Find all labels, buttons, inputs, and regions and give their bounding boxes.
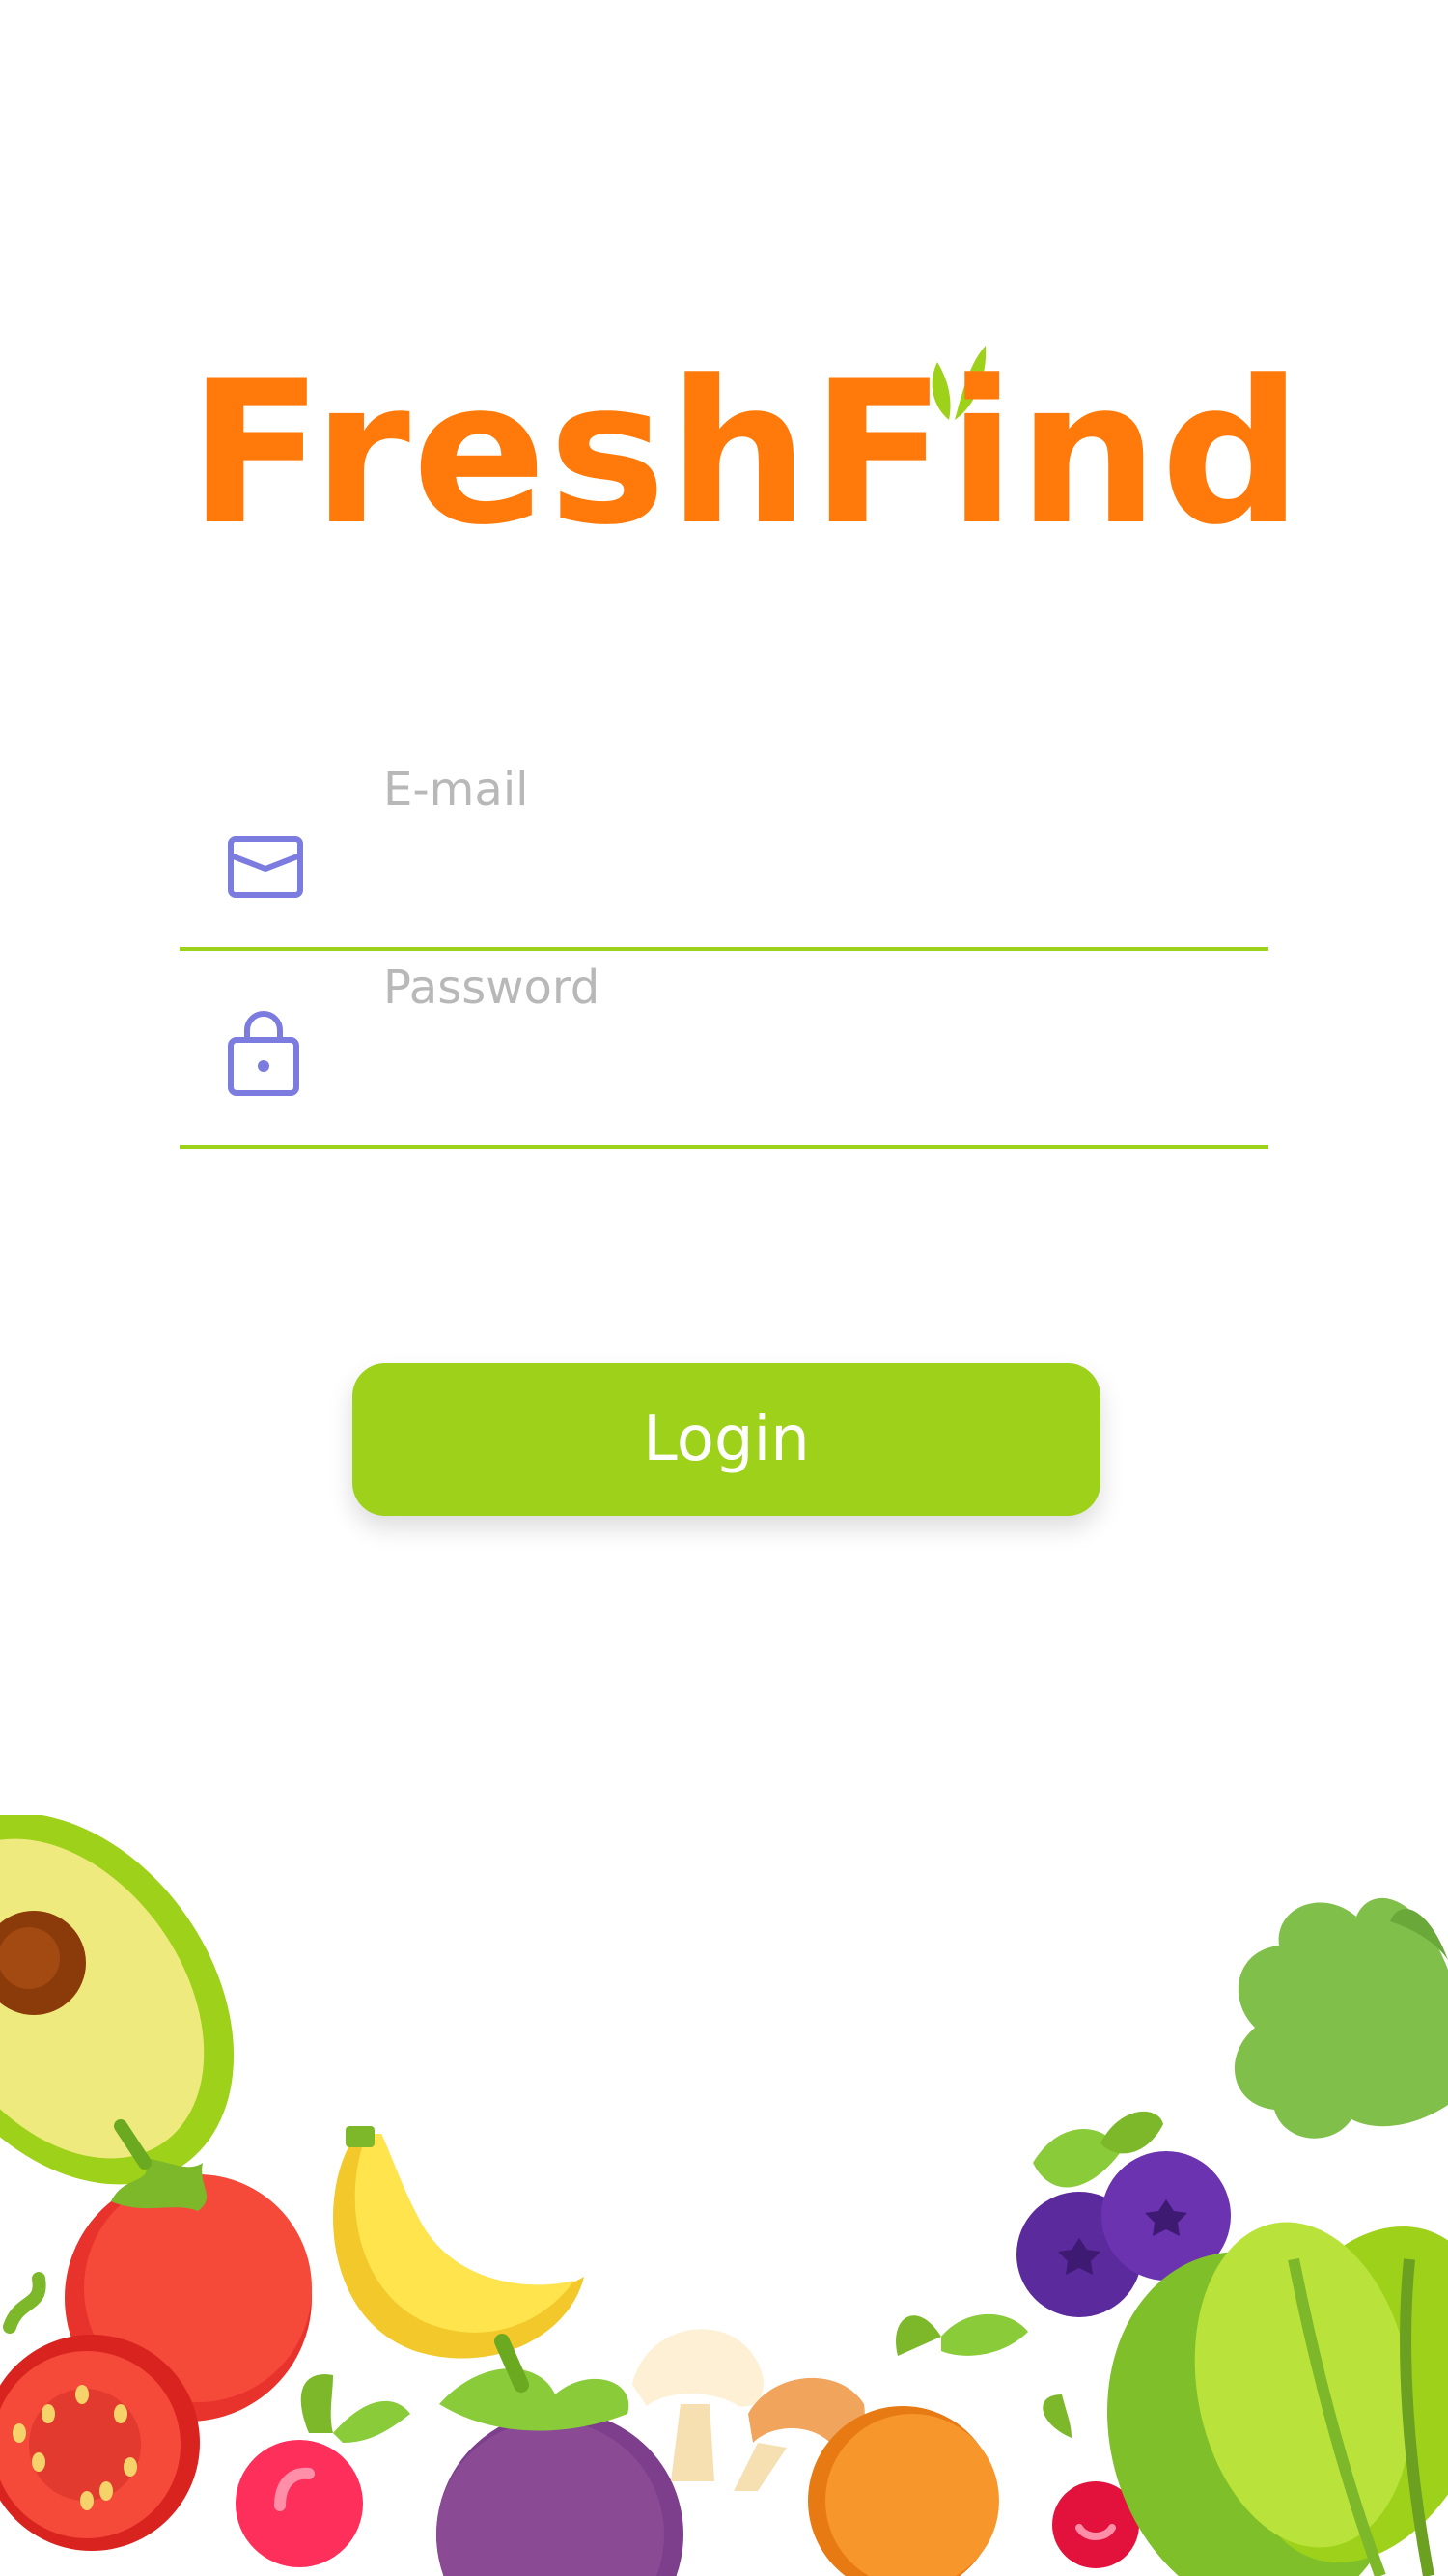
password-input[interactable] [383, 1038, 1237, 1127]
logo-text: FreshFind [188, 339, 1305, 569]
radish-illustration [236, 2374, 410, 2567]
banana-illustration [333, 2126, 584, 2359]
broccoli-illustration [1234, 1897, 1448, 2139]
app-logo: FreshFind [188, 338, 1305, 570]
login-button[interactable]: Login [352, 1363, 1100, 1516]
email-label: E-mail [383, 763, 529, 817]
envelope-icon [228, 836, 303, 898]
password-underline [180, 1145, 1268, 1149]
lock-icon [228, 1011, 299, 1096]
orange-illustration [808, 2313, 1028, 2576]
password-label: Password [383, 961, 600, 1015]
password-field[interactable]: Password [180, 951, 1268, 1149]
email-input[interactable] [383, 840, 1237, 929]
email-field[interactable]: E-mail [180, 753, 1268, 951]
produce-illustration [0, 1815, 1448, 2576]
